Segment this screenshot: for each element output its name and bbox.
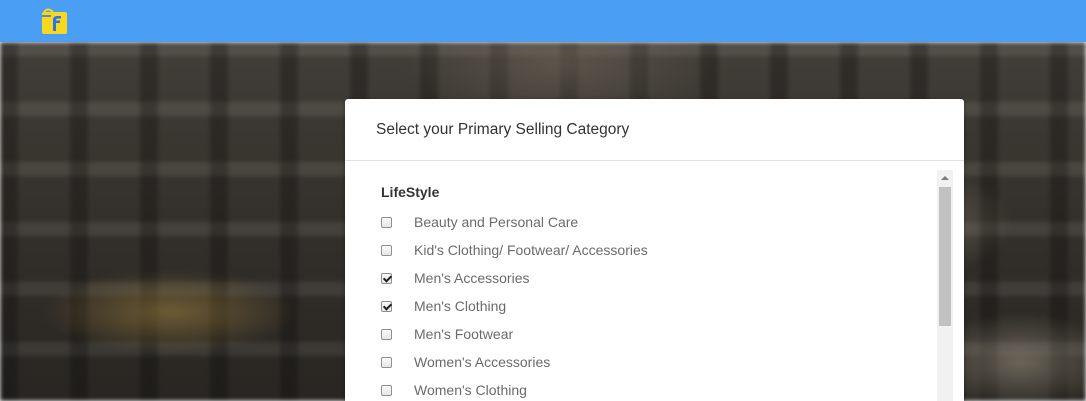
category-list-panel: LifeStyle Beauty and Personal Care Kid's… — [345, 161, 964, 401]
checkbox[interactable] — [381, 384, 392, 396]
category-option-mens-accessories[interactable]: Men's Accessories — [381, 268, 530, 288]
category-group-title: LifeStyle — [381, 184, 440, 200]
category-selection-card: Select your Primary Selling Category Lif… — [345, 99, 964, 401]
category-option-label: Women's Clothing — [414, 382, 527, 398]
scrollbar-thumb[interactable] — [939, 187, 951, 326]
category-option-kids-clothing[interactable]: Kid's Clothing/ Footwear/ Accessories — [381, 240, 648, 260]
list-scrollbar[interactable] — [937, 170, 953, 401]
flipkart-logo-icon[interactable] — [39, 7, 69, 35]
category-option-womens-accessories[interactable]: Women's Accessories — [381, 352, 550, 372]
category-option-mens-clothing[interactable]: Men's Clothing — [381, 296, 506, 316]
category-option-womens-clothing[interactable]: Women's Clothing — [381, 380, 527, 400]
top-bar — [0, 0, 1086, 42]
checkbox[interactable] — [381, 244, 392, 256]
checkbox[interactable] — [381, 356, 392, 368]
category-option-label: Men's Footwear — [414, 326, 514, 342]
checkbox[interactable] — [381, 328, 392, 340]
scroll-up-arrow-icon[interactable] — [937, 170, 953, 186]
page: Select your Primary Selling Category Lif… — [0, 0, 1086, 401]
category-option-mens-footwear[interactable]: Men's Footwear — [381, 324, 513, 344]
category-option-label: Men's Clothing — [414, 298, 507, 314]
checkbox[interactable] — [381, 272, 392, 284]
category-option-label: Men's Accessories — [414, 270, 530, 286]
category-option-label: Women's Accessories — [414, 354, 551, 370]
category-option-label: Beauty and Personal Care — [414, 214, 579, 230]
category-option-label: Kid's Clothing/ Footwear/ Accessories — [414, 242, 648, 258]
category-option-beauty-personal-care[interactable]: Beauty and Personal Care — [381, 212, 578, 232]
checkbox[interactable] — [381, 300, 392, 312]
card-title: Select your Primary Selling Category — [345, 99, 964, 161]
checkbox[interactable] — [381, 216, 392, 228]
